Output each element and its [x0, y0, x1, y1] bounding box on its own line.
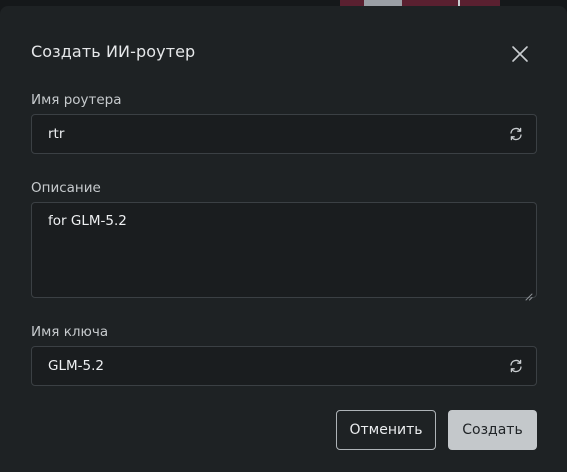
router-name-field[interactable]: rtr [31, 114, 537, 154]
refresh-icon[interactable] [508, 358, 524, 374]
cancel-button[interactable]: Отменить [336, 410, 436, 450]
router-name-value: rtr [48, 126, 65, 142]
router-name-label: Имя роутера [31, 92, 122, 108]
create-button[interactable]: Создать [448, 410, 537, 450]
resize-handle-icon[interactable] [525, 286, 533, 301]
create-router-dialog: Создать ИИ-роутер Имя роутера rtr Описан… [0, 6, 567, 472]
close-icon[interactable] [508, 42, 532, 66]
description-value: for GLM-5.2 [48, 213, 127, 229]
key-name-value: GLM-5.2 [48, 358, 104, 374]
description-label: Описание [31, 180, 101, 196]
dialog-title: Создать ИИ-роутер [31, 42, 196, 61]
key-name-label: Имя ключа [31, 324, 109, 340]
refresh-icon[interactable] [508, 126, 524, 142]
key-name-field[interactable]: GLM-5.2 [31, 346, 537, 386]
description-textarea[interactable]: for GLM-5.2 [31, 202, 537, 301]
